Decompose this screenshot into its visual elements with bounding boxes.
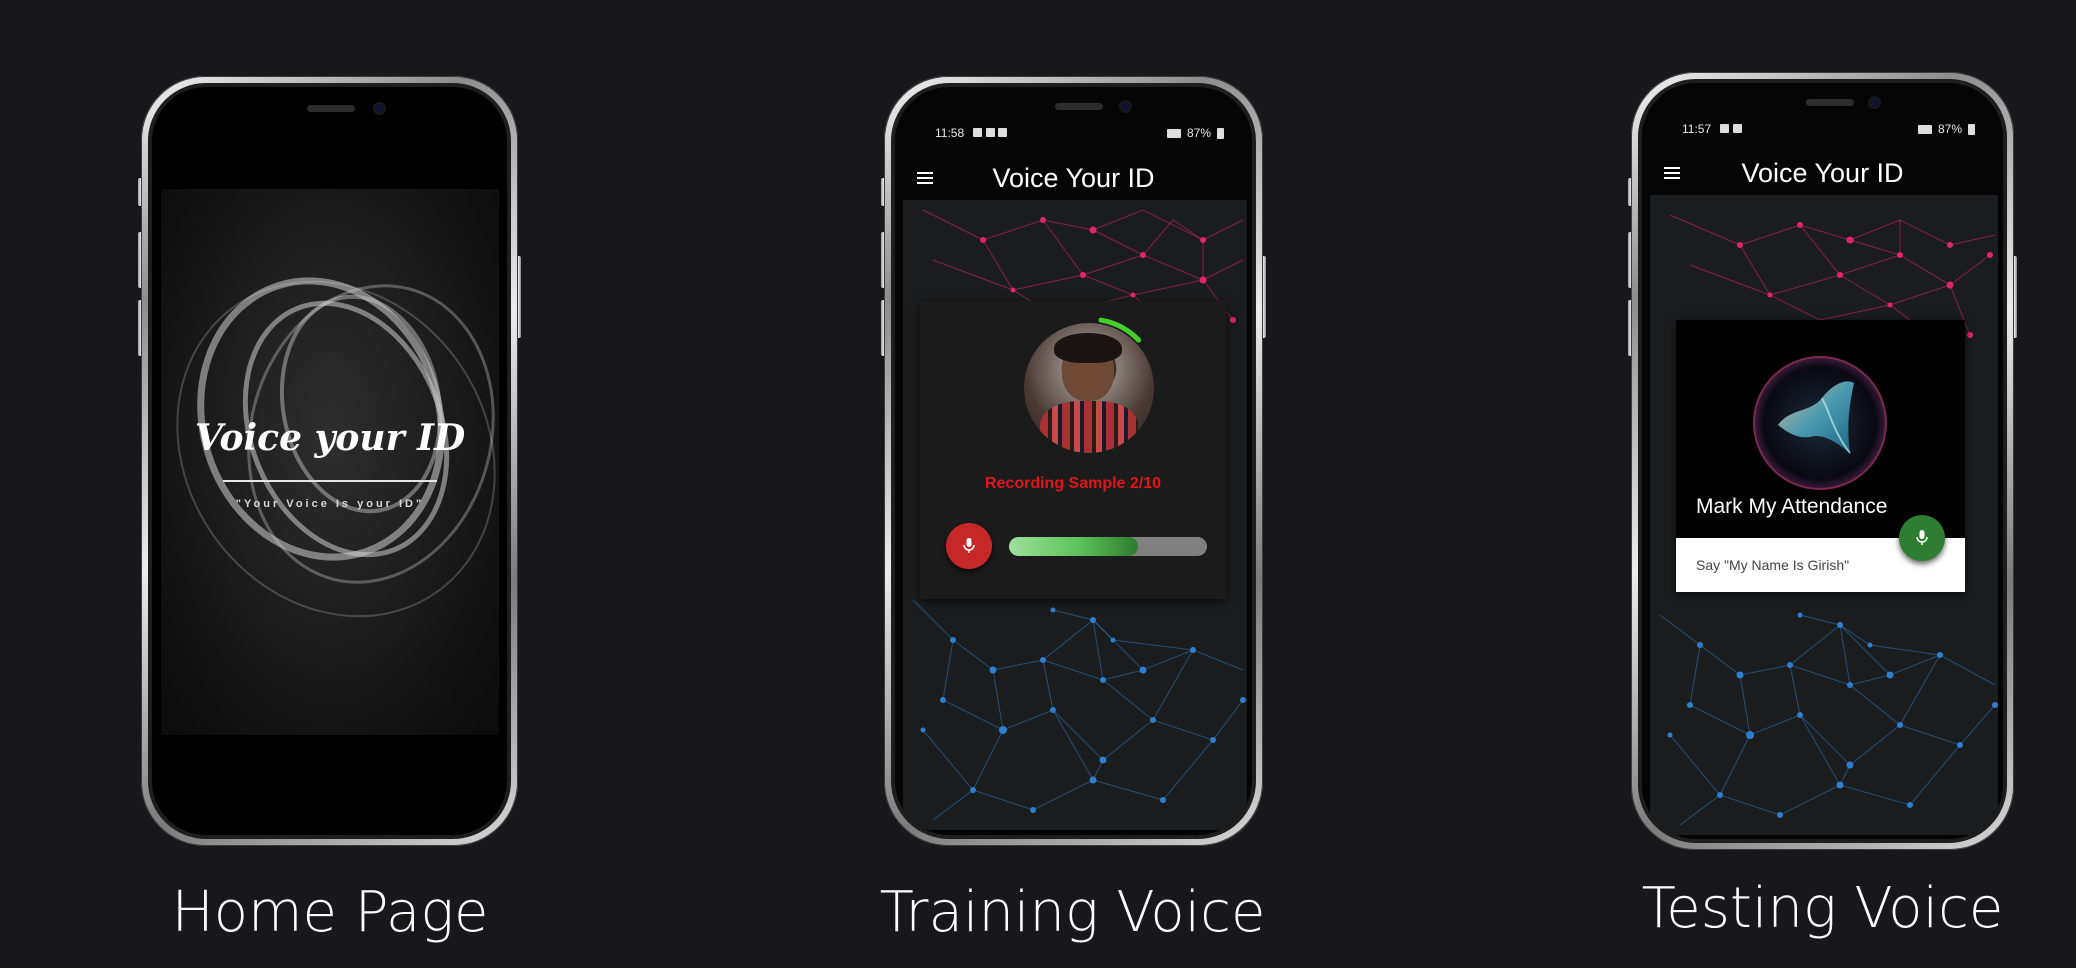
phone-training: 11:58 87% Voice Your ID Recording Sample…: [884, 76, 1263, 846]
logo-underline: [223, 480, 437, 482]
status-time: 11:58: [935, 126, 965, 140]
notification-icon: [973, 128, 983, 137]
recording-progress-fill: [1009, 537, 1138, 556]
caption-training: Training Voice: [879, 880, 1266, 945]
mic-icon: [963, 538, 975, 553]
caption-testing: Testing Voice: [1641, 876, 2004, 941]
status-battery: 87%: [1937, 122, 1962, 136]
front-camera: [375, 104, 384, 113]
recording-progress-ring: [1017, 316, 1161, 460]
caption-home: Home Page: [171, 880, 489, 945]
earpiece: [307, 105, 355, 112]
notification-icon: [1720, 124, 1730, 133]
logo-title: Voice your ID: [194, 417, 466, 459]
status-bar: 11:58 87%: [895, 121, 1252, 145]
recording-status: Recording Sample 2/10: [984, 475, 1162, 492]
battery-icon: [1217, 127, 1224, 139]
app-title: Voice Your ID: [992, 162, 1155, 193]
mail-icon: [998, 128, 1008, 137]
recording-card: Recording Sample 2/10: [920, 301, 1226, 599]
phone-home: Voice your ID "Your Voice Is your ID": [141, 76, 518, 846]
attendance-card: Mark My Attendance Say "My Name Is Giris…: [1676, 320, 1965, 592]
testing-screen: Mark My Attendance Say "My Name Is Giris…: [1650, 195, 1998, 835]
earpiece: [1806, 99, 1854, 106]
mic-icon: [1916, 530, 1928, 545]
signal-icon: [1917, 124, 1932, 134]
message-icon: [1732, 124, 1742, 133]
app-bar: Voice Your ID: [895, 156, 1252, 200]
phone-testing: 11:57 87% Voice Your ID Mark My Attendan…: [1631, 72, 2014, 850]
status-bar: 11:57 87%: [1642, 117, 2003, 141]
recording-progress-bar: [1009, 537, 1207, 556]
signal-icon: [1166, 128, 1181, 138]
tagline: "Your Voice Is your ID": [235, 498, 425, 510]
mark-attendance-mic-button[interactable]: [1899, 515, 1945, 561]
app-bar: Voice Your ID: [1642, 151, 2003, 195]
gallery-icon: [985, 128, 995, 137]
card-title: Mark My Attendance: [1696, 495, 1888, 518]
front-camera: [1870, 98, 1879, 107]
voice-assistant-orb-icon: [1753, 356, 1887, 490]
voice-prompt: Say "My Name Is Girish": [1696, 557, 1850, 573]
status-battery: 87%: [1186, 126, 1211, 140]
earpiece: [1055, 103, 1103, 110]
app-title: Voice Your ID: [1741, 157, 1904, 188]
menu-icon[interactable]: [917, 172, 933, 184]
splash-screen: Voice your ID "Your Voice Is your ID": [161, 189, 499, 735]
menu-icon[interactable]: [1664, 167, 1680, 179]
swirl-graphic: [176, 277, 496, 618]
status-time: 11:57: [1682, 122, 1712, 136]
battery-icon: [1968, 123, 1975, 135]
record-button[interactable]: [946, 523, 992, 569]
training-screen: Recording Sample 2/10: [903, 200, 1247, 830]
front-camera: [1121, 102, 1130, 111]
